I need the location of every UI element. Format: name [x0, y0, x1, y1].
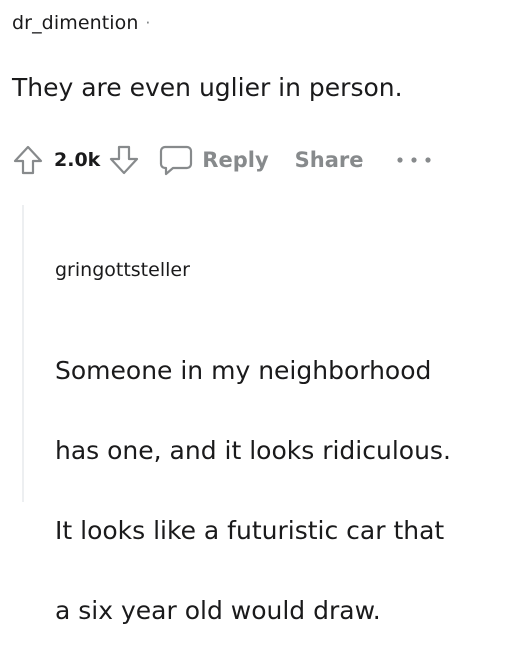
child-comment-username[interactable]: gringottsteller: [55, 253, 515, 287]
child-comment-line: has one, and it looks ridiculous.: [55, 436, 451, 465]
upvote-icon[interactable]: [8, 140, 48, 180]
child-comment: gringottsteller Someone in my neighborho…: [55, 253, 515, 671]
comment-actions: 2.0k Reply Share: [8, 138, 513, 182]
child-comment-line: a six year old would draw.: [55, 596, 381, 625]
reply-label: Reply: [202, 148, 269, 172]
share-label: Share: [294, 148, 364, 172]
share-button[interactable]: Share: [295, 148, 364, 172]
thread-line[interactable]: [22, 205, 24, 502]
comment-username[interactable]: dr_dimention: [12, 12, 139, 34]
vote-score: 2.0k: [54, 149, 101, 171]
comment-meta: dr_dimention ·: [12, 6, 512, 40]
child-comment-line: It looks like a futuristic car that: [55, 516, 445, 545]
parent-comment: dr_dimention · They are even uglier in p…: [12, 6, 512, 106]
child-comment-body: Someone in my neighborhood has one, and …: [55, 311, 515, 671]
downvote-icon[interactable]: [104, 140, 144, 180]
child-comment-line: Someone in my neighborhood: [55, 356, 432, 385]
comment-bubble-icon: [156, 140, 196, 180]
comment-body: They are even uglier in person.: [12, 73, 403, 102]
meta-separator: ·: [145, 14, 151, 32]
ellipsis-icon[interactable]: [394, 150, 434, 170]
reply-button[interactable]: Reply: [156, 140, 269, 180]
